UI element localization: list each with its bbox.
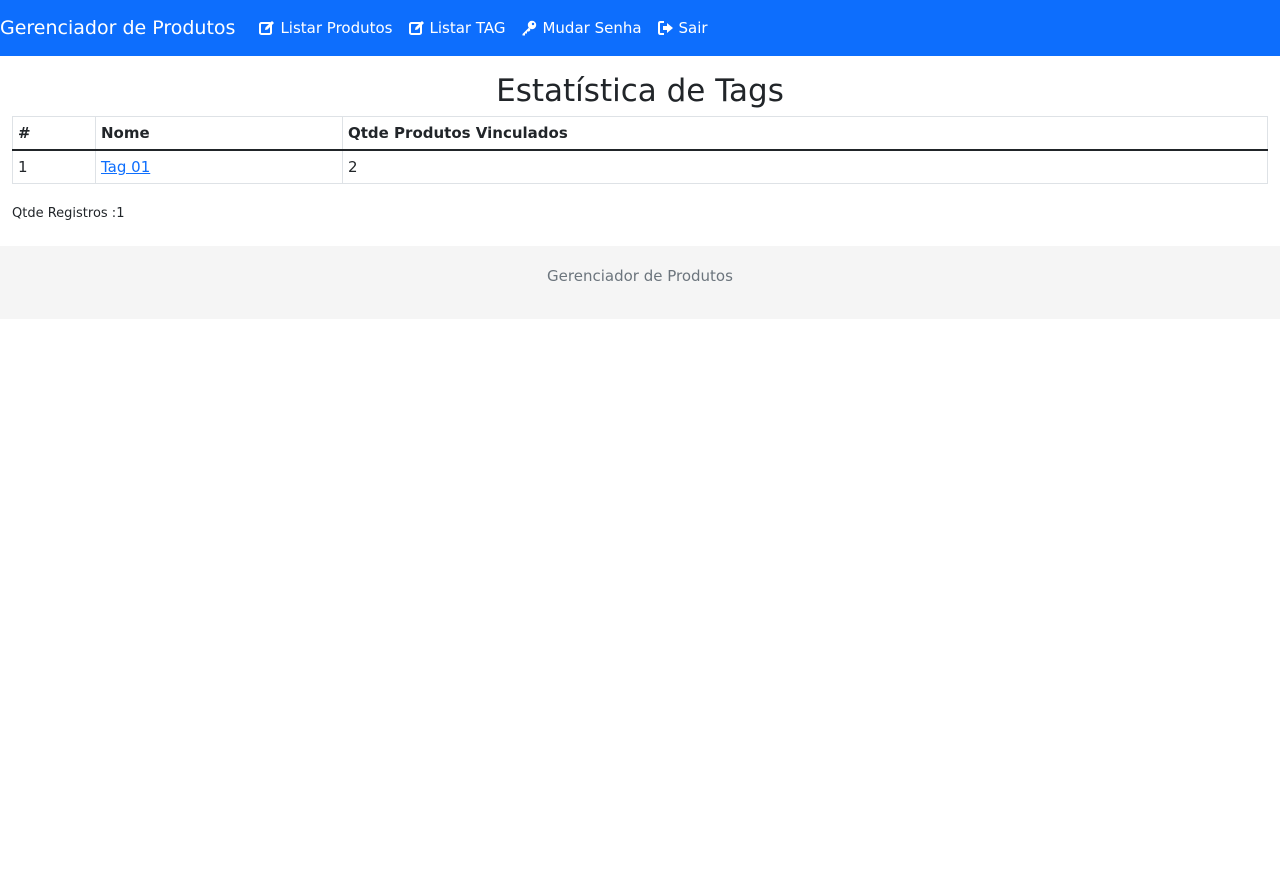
cell-name: Tag 01 (95, 149, 343, 185)
edit-icon (259, 20, 275, 36)
cell-count: 2 (342, 149, 1268, 185)
tag-link[interactable]: Tag 01 (101, 158, 150, 176)
records-count-value: 1 (116, 206, 125, 222)
nav-listar-tag[interactable]: Listar TAG (401, 19, 514, 37)
column-header-name: Nome (95, 116, 343, 151)
column-header-count: Qtde Produtos Vinculados (342, 116, 1268, 151)
key-icon (521, 20, 537, 36)
main-content: Estatística de Tags # Nome Qtde Produtos… (0, 73, 1280, 221)
tags-table: # Nome Qtde Produtos Vinculados 1 Tag 01… (12, 116, 1268, 185)
nav-menu: Listar Produtos Listar TAG Mudar Senha S… (251, 19, 715, 37)
nav-sair-label: Sair (678, 19, 708, 37)
edit-icon (408, 20, 425, 36)
sign-out-icon (657, 20, 674, 36)
table-row: 1 Tag 01 2 (12, 149, 1268, 185)
top-navbar: Gerenciador de Produtos Listar Produtos … (0, 0, 1280, 56)
brand-link[interactable]: Gerenciador de Produtos (0, 18, 235, 38)
cell-id: 1 (12, 149, 96, 185)
nav-mudar-senha[interactable]: Mudar Senha (513, 19, 649, 37)
footer-text: Gerenciador de Produtos (547, 267, 733, 286)
nav-mudar-senha-label: Mudar Senha (542, 19, 642, 37)
page-title: Estatística de Tags (496, 73, 784, 109)
records-count-label: Qtde Registros : (12, 206, 117, 222)
records-count: Qtde Registros :1 (12, 206, 1268, 221)
nav-listar-produtos-label: Listar Produtos (280, 19, 393, 37)
nav-sair[interactable]: Sair (650, 19, 716, 37)
column-header-id: # (12, 116, 96, 151)
page-footer: Gerenciador de Produtos (0, 246, 1280, 320)
nav-listar-produtos[interactable]: Listar Produtos (251, 19, 400, 37)
nav-listar-tag-label: Listar TAG (429, 19, 506, 37)
table-header-row: # Nome Qtde Produtos Vinculados (12, 116, 1268, 151)
